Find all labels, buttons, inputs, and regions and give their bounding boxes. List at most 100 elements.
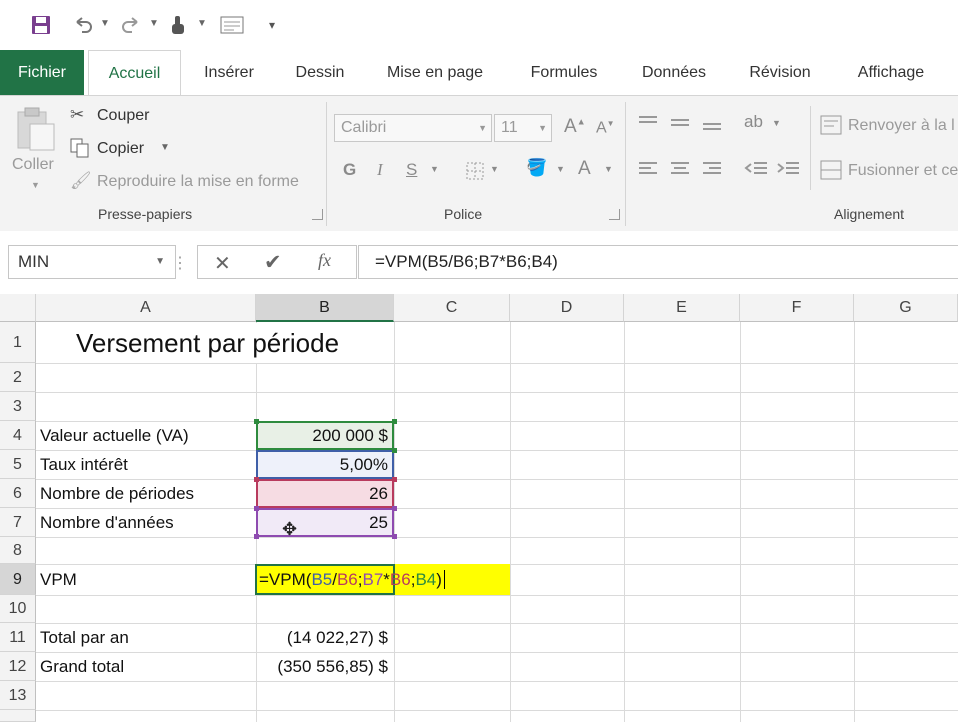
cell-a6[interactable]: Nombre de périodes (40, 484, 194, 504)
row-header-7[interactable]: 7 (0, 508, 36, 537)
range-handle[interactable] (392, 534, 397, 539)
font-color-dropdown-icon[interactable]: ▼ (604, 164, 613, 174)
bold-button[interactable]: G (343, 160, 356, 180)
row-header-12[interactable]: 12 (0, 652, 36, 681)
decrease-indent-icon[interactable] (744, 160, 768, 183)
cell-b5[interactable]: 5,00% (258, 455, 388, 475)
scissors-icon[interactable]: ✂ (70, 105, 84, 125)
cell-b9[interactable]: =VPM(B5/B6;B7*B6;B4) (259, 570, 445, 590)
cut-button[interactable]: Couper (97, 107, 149, 125)
align-top-icon[interactable] (638, 114, 658, 137)
orientation-icon[interactable]: ab (744, 112, 763, 132)
row-header-3[interactable]: 3 (0, 392, 36, 421)
row-header-5[interactable]: 5 (0, 450, 36, 479)
tab-formules[interactable]: Formules (521, 50, 607, 96)
grow-font-icon[interactable]: A▲ (564, 116, 586, 138)
font-name-select[interactable]: Calibri ▼ (334, 114, 492, 142)
insert-function-icon[interactable]: fx (318, 250, 331, 271)
touch-mode-icon[interactable] (166, 10, 190, 40)
column-header-b[interactable]: B (256, 294, 394, 322)
paste-label[interactable]: Coller (12, 156, 54, 174)
borders-dropdown-icon[interactable]: ▼ (490, 164, 499, 174)
wrap-text-button[interactable]: Renvoyer à la l (848, 117, 955, 135)
cell-b4[interactable]: 200 000 $ (258, 426, 388, 446)
font-color-icon[interactable]: A (578, 158, 591, 180)
shrink-font-icon[interactable]: A▼ (596, 119, 615, 137)
column-header-a[interactable]: A (36, 294, 256, 322)
paste-icon[interactable] (16, 106, 56, 157)
redo-icon[interactable] (118, 10, 144, 40)
fill-color-dropdown-icon[interactable]: ▼ (556, 164, 565, 174)
column-header-f[interactable]: F (740, 294, 854, 322)
merge-center-icon[interactable] (820, 160, 842, 185)
enter-icon[interactable]: ✔ (264, 250, 282, 275)
font-launcher-icon[interactable] (609, 209, 620, 220)
align-left-icon[interactable] (638, 160, 658, 183)
cell-a1[interactable]: Versement par période (76, 328, 339, 359)
customize-icon[interactable]: ▾ (262, 10, 282, 40)
format-painter-button[interactable]: Reproduire la mise en forme (97, 173, 299, 191)
range-handle[interactable] (392, 448, 397, 453)
undo-icon[interactable] (70, 10, 96, 40)
align-bottom-icon[interactable] (702, 114, 722, 137)
undo-dropdown-icon[interactable]: ▼ (100, 18, 110, 29)
merge-center-button[interactable]: Fusionner et ce (848, 162, 958, 180)
tab-fichier[interactable]: Fichier (0, 50, 84, 96)
align-right-icon[interactable] (702, 160, 722, 183)
select-all-corner[interactable] (0, 294, 36, 322)
italic-button[interactable]: I (377, 160, 383, 180)
row-header-10[interactable]: 10 (0, 595, 36, 623)
cell-a5[interactable]: Taux intérêt (40, 455, 128, 475)
borders-icon[interactable] (466, 162, 484, 185)
paste-dropdown-icon[interactable]: ▼ (31, 180, 40, 190)
cell-a7[interactable]: Nombre d'années (40, 513, 174, 533)
row-header-9[interactable]: 9 (0, 564, 36, 595)
cell-a12[interactable]: Grand total (40, 657, 124, 677)
column-header-e[interactable]: E (624, 294, 740, 322)
copy-dropdown-icon[interactable]: ▼ (160, 142, 170, 153)
wrap-text-icon[interactable] (820, 115, 842, 140)
cell-a9[interactable]: VPM (40, 570, 77, 590)
column-header-c[interactable]: C (394, 294, 510, 322)
cell-b7[interactable]: 25 (258, 513, 388, 533)
row-header-1[interactable]: 1 (0, 322, 36, 363)
touch-dropdown-icon[interactable]: ▼ (197, 18, 207, 29)
name-box[interactable]: MIN ▼ (8, 245, 176, 279)
save-icon[interactable] (28, 10, 54, 40)
align-middle-icon[interactable] (670, 114, 690, 137)
cell-a4[interactable]: Valeur actuelle (VA) (40, 426, 189, 446)
range-handle[interactable] (392, 506, 397, 511)
row-header-14[interactable] (0, 710, 36, 722)
redo-dropdown-icon[interactable]: ▼ (149, 18, 159, 29)
align-center-icon[interactable] (670, 160, 690, 183)
row-header-2[interactable]: 2 (0, 363, 36, 392)
font-size-select[interactable]: 11 ▼ (494, 114, 552, 142)
format-painter-icon[interactable]: 🖌 (70, 171, 92, 191)
tab-revision[interactable]: Révision (742, 50, 818, 96)
cell-b11[interactable]: (14 022,27) $ (258, 628, 388, 648)
row-header-11[interactable]: 11 (0, 623, 36, 652)
tab-accueil[interactable]: Accueil (88, 50, 181, 97)
tab-inserer[interactable]: Insérer (195, 50, 263, 96)
tab-donnees[interactable]: Données (633, 50, 715, 96)
copy-button[interactable]: Copier (97, 140, 144, 158)
underline-button[interactable]: S (406, 160, 417, 180)
formula-input[interactable]: =VPM(B5/B6;B7*B6;B4) (358, 245, 958, 279)
range-handle[interactable] (392, 419, 397, 424)
range-handle[interactable] (254, 506, 259, 511)
column-header-d[interactable]: D (510, 294, 624, 322)
row-header-6[interactable]: 6 (0, 479, 36, 508)
cell-b6[interactable]: 26 (258, 484, 388, 504)
fill-color-icon[interactable]: 🪣 (526, 158, 547, 178)
row-header-13[interactable]: 13 (0, 681, 36, 710)
cell-a11[interactable]: Total par an (40, 628, 129, 648)
orientation-dropdown-icon[interactable]: ▼ (772, 118, 781, 128)
row-header-4[interactable]: 4 (0, 421, 36, 450)
copy-icon[interactable] (70, 138, 90, 163)
cancel-icon[interactable]: ✕ (214, 251, 231, 276)
cell-b12[interactable]: (350 556,85) $ (258, 657, 388, 677)
underline-dropdown-icon[interactable]: ▼ (430, 164, 439, 174)
column-header-g[interactable]: G (854, 294, 958, 322)
increase-indent-icon[interactable] (776, 160, 800, 183)
range-handle[interactable] (392, 477, 397, 482)
